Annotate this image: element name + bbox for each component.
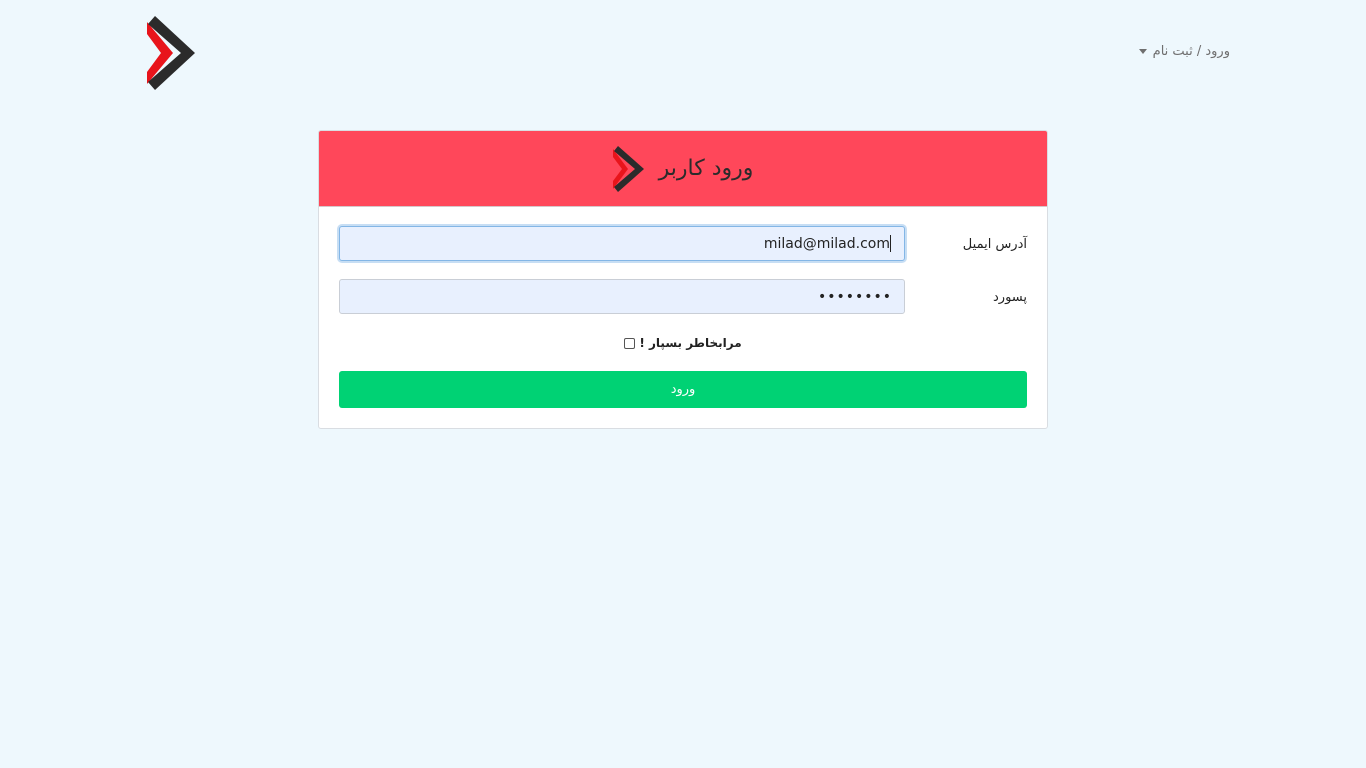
password-value: •••••••• [817,288,892,305]
brand-logo-icon [612,145,644,192]
login-card: ورود کاربر آدرس ایمیل milad@milad.com پس… [318,130,1048,429]
caret-down-icon [1138,49,1147,54]
navbar: ورود / ثبت نام [0,0,1366,100]
password-label: پسورد [993,290,1027,305]
brand-logo-icon[interactable] [147,16,197,90]
page-title: ورود کاربر [658,156,754,181]
password-field[interactable]: •••••••• [339,279,905,314]
login-button[interactable]: ورود [339,371,1027,408]
menu-label: ورود / ثبت نام [1152,44,1230,59]
login-register-menu[interactable]: ورود / ثبت نام [1138,44,1230,59]
remember-checkbox[interactable] [624,337,636,349]
text-cursor [890,235,891,252]
remember-me: مرابخاطر بسپار ! [319,336,1047,350]
login-button-label: ورود [670,382,696,397]
remember-label[interactable]: مرابخاطر بسپار ! [639,336,741,350]
email-row: آدرس ایمیل milad@milad.com [319,226,1047,264]
password-row: پسورد •••••••• [319,279,1047,317]
email-field[interactable]: milad@milad.com [339,226,905,261]
email-value: milad@milad.com [763,235,890,252]
email-label: آدرس ایمیل [962,237,1027,252]
card-header: ورود کاربر [319,131,1047,207]
